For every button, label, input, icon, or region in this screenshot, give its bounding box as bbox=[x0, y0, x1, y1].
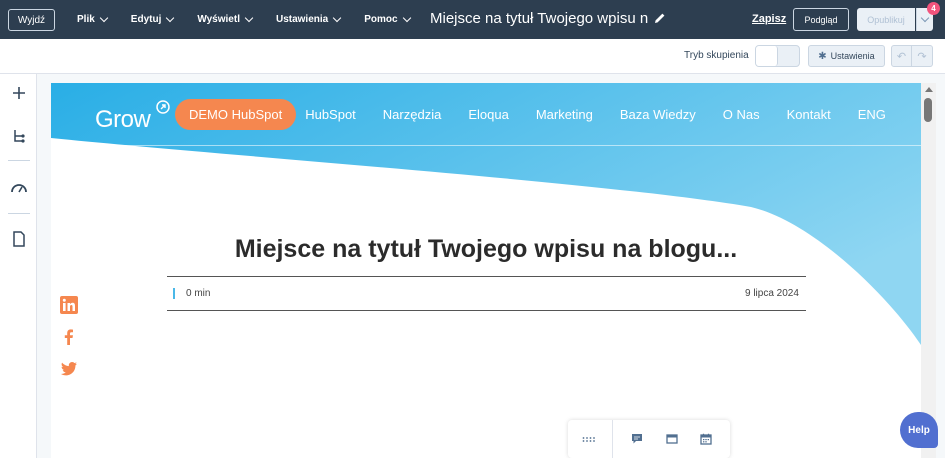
nav-hubspot[interactable]: HubSpot bbox=[305, 107, 356, 122]
menu-settings-label: Ustawienia bbox=[275, 14, 329, 25]
read-time: 0 min bbox=[186, 288, 211, 299]
settings-button-label: Ustawienia bbox=[830, 51, 875, 61]
document-title[interactable]: Miejsce na tytuł Twojego wpisu na blogu.… bbox=[430, 10, 648, 27]
post-title[interactable]: Miejsce na tytuł Twojego wpisu na blogu.… bbox=[51, 235, 921, 264]
exit-button[interactable]: Wyjdź bbox=[8, 9, 55, 31]
gear-icon: ✱ bbox=[818, 50, 827, 62]
menu-help[interactable]: Pomoc bbox=[364, 13, 411, 25]
logo-text: Grow bbox=[95, 106, 151, 133]
scroll-thumb[interactable] bbox=[924, 98, 932, 122]
settings-button[interactable]: ✱ Ustawienia bbox=[808, 45, 885, 67]
facebook-icon[interactable] bbox=[60, 328, 78, 346]
menu-file-label: Plik bbox=[77, 14, 95, 25]
help-button[interactable]: Help bbox=[900, 412, 938, 448]
calendar-icon[interactable] bbox=[700, 433, 712, 445]
sidebar-divider bbox=[8, 160, 30, 161]
drag-handle-icon[interactable] bbox=[582, 437, 597, 442]
notification-badge: 4 bbox=[927, 2, 940, 15]
nav-demo-hubspot[interactable]: DEMO HubSpot bbox=[175, 98, 297, 130]
site-nav: DEMO HubSpot HubSpot Narzędzia Eloqua Ma… bbox=[175, 98, 913, 130]
meta-divider-top bbox=[167, 276, 806, 277]
nav-about[interactable]: O Nas bbox=[723, 107, 760, 122]
speedometer-icon[interactable] bbox=[10, 179, 28, 197]
menu-edit[interactable]: Edytuj bbox=[130, 13, 175, 25]
menu-edit-label: Edytuj bbox=[130, 14, 162, 25]
nav-marketing[interactable]: Marketing bbox=[536, 107, 593, 122]
hero-background bbox=[51, 83, 921, 345]
nav-knowledge-base[interactable]: Baza Wiedzy bbox=[620, 107, 696, 122]
floating-toolbar bbox=[568, 420, 730, 458]
chevron-down-icon bbox=[244, 13, 254, 22]
twitter-icon[interactable] bbox=[60, 360, 78, 378]
focus-mode-label: Tryb skupienia bbox=[684, 50, 749, 61]
linkedin-icon[interactable] bbox=[60, 296, 78, 314]
nav-language[interactable]: ENG bbox=[858, 107, 886, 122]
comment-icon[interactable] bbox=[631, 433, 643, 445]
floating-toolbar-divider bbox=[612, 420, 613, 458]
redo-icon: ↷ bbox=[917, 50, 927, 63]
chevron-down-icon bbox=[332, 13, 342, 22]
redo-button[interactable]: ↷ bbox=[912, 45, 933, 67]
menu-settings[interactable]: Ustawienia bbox=[275, 13, 342, 25]
nav-tools[interactable]: Narzędzia bbox=[383, 107, 442, 122]
focus-mode-toggle[interactable] bbox=[755, 45, 800, 67]
tree-icon[interactable] bbox=[10, 127, 28, 145]
toggle-knob bbox=[756, 46, 778, 66]
logo-arrow-icon bbox=[155, 100, 170, 114]
menu-file[interactable]: Plik bbox=[77, 13, 109, 25]
editor-subtoolbar: Tryb skupienia ✱ Ustawienia ↶ ↷ bbox=[0, 39, 945, 74]
menu-help-label: Pomoc bbox=[364, 14, 398, 25]
browser-icon[interactable] bbox=[666, 433, 678, 445]
scroll-up-arrow[interactable] bbox=[925, 87, 933, 92]
meta-divider-bottom bbox=[167, 310, 806, 311]
publish-button[interactable]: Opublikuj bbox=[857, 8, 915, 31]
undo-icon: ↶ bbox=[896, 50, 907, 63]
nav-contact[interactable]: Kontakt bbox=[787, 107, 831, 122]
menu-bar: Plik Edytuj Wyświetl Ustawienia Pomoc bbox=[77, 0, 434, 39]
editor-topbar: Wyjdź Plik Edytuj Wyświetl Ustawienia Po… bbox=[0, 0, 945, 39]
menu-view-label: Wyświetl bbox=[197, 14, 240, 25]
add-icon[interactable] bbox=[10, 84, 28, 102]
save-button[interactable]: Zapisz bbox=[752, 13, 786, 25]
post-date: 9 lipca 2024 bbox=[745, 288, 799, 299]
sidebar-divider bbox=[8, 213, 30, 214]
meta-accent-bar bbox=[173, 288, 175, 299]
undo-button[interactable]: ↶ bbox=[891, 45, 912, 67]
site-logo[interactable]: Grow bbox=[95, 99, 171, 134]
canvas-scrollbar[interactable] bbox=[921, 83, 936, 458]
page-icon[interactable] bbox=[10, 230, 28, 248]
preview-button[interactable]: Podgląd bbox=[793, 8, 849, 31]
left-sidebar bbox=[0, 74, 37, 458]
menu-view[interactable]: Wyświetl bbox=[197, 13, 254, 25]
chevron-down-icon bbox=[402, 13, 411, 22]
page-canvas[interactable]: Grow DEMO HubSpot HubSpot Narzędzia Eloq… bbox=[51, 83, 936, 458]
chevron-down-icon bbox=[166, 13, 175, 22]
pencil-icon[interactable] bbox=[654, 12, 666, 24]
chevron-down-icon bbox=[99, 13, 109, 22]
nav-divider bbox=[51, 145, 921, 146]
nav-eloqua[interactable]: Eloqua bbox=[468, 107, 508, 122]
